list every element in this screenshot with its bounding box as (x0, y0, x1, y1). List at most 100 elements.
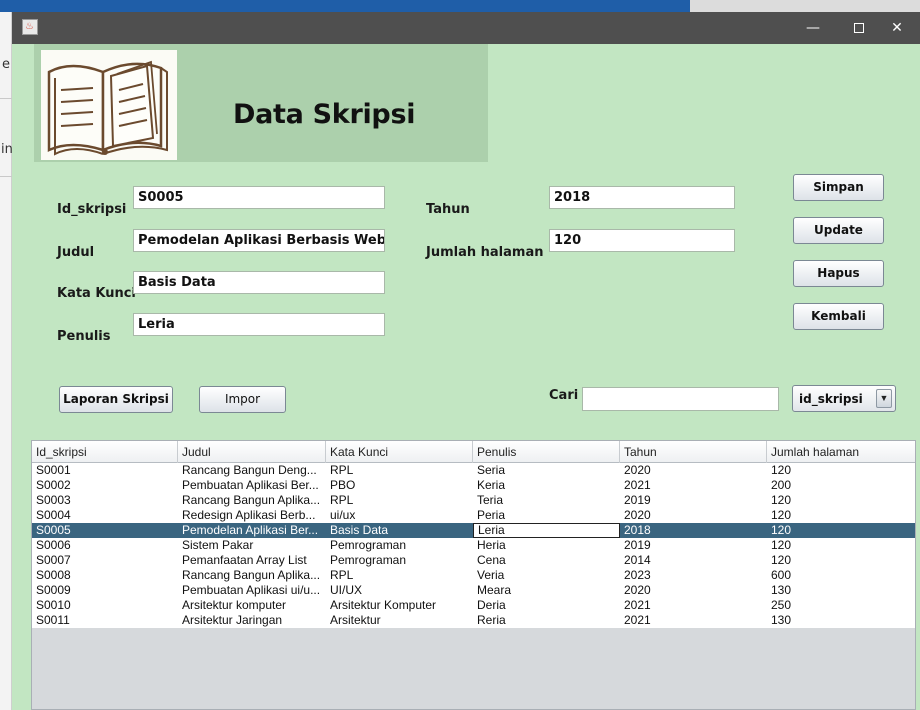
table-cell[interactable]: 200 (767, 478, 915, 493)
table-cell[interactable]: 120 (767, 508, 915, 523)
column-header-judul[interactable]: Judul (178, 441, 326, 463)
table-cell[interactable]: 120 (767, 523, 915, 538)
table-cell[interactable]: 2019 (620, 493, 767, 508)
table-cell[interactable]: 120 (767, 463, 915, 478)
table-cell[interactable]: Seria (473, 463, 620, 478)
table-cell[interactable]: 130 (767, 583, 915, 598)
table-row[interactable]: S0009 Pembuatan Aplikasi ui/u... UI/UX Mear… (32, 583, 915, 598)
table-cell[interactable]: 2021 (620, 613, 767, 628)
table-cell[interactable]: Pembuatan Aplikasi Ber... (178, 478, 326, 493)
kata-kunci-field[interactable]: Basis Data (133, 271, 385, 294)
tahun-field[interactable]: 2018 (549, 186, 735, 209)
title-bar[interactable]: ♨ — ✕ (12, 12, 920, 44)
table-cell[interactable]: S0001 (32, 463, 178, 478)
chevron-down-icon[interactable]: ▼ (876, 389, 892, 408)
judul-field[interactable]: Pemodelan Aplikasi Berbasis Web (133, 229, 385, 252)
table-cell[interactable]: 2020 (620, 583, 767, 598)
impor-button[interactable]: Impor (199, 386, 286, 413)
table-row[interactable]: S0010 Arsitektur komputer Arsitektur Kompu… (32, 598, 915, 613)
table-row[interactable]: S0005 Pemodelan Aplikasi Ber... Basis Data… (32, 523, 915, 538)
skripsi-table[interactable]: Id_skripsi Judul Kata Kunci Penulis Tahu… (31, 440, 916, 710)
close-button[interactable]: ✕ (874, 12, 920, 44)
table-cell[interactable]: Reria (473, 613, 620, 628)
table-cell[interactable]: Rancang Bangun Deng... (178, 463, 326, 478)
column-header-jumlah[interactable]: Jumlah halaman (767, 441, 915, 463)
table-cell[interactable]: Pembuatan Aplikasi ui/u... (178, 583, 326, 598)
table-cell[interactable]: 130 (767, 613, 915, 628)
table-cell[interactable]: ui/ux (326, 508, 473, 523)
table-cell[interactable]: 2021 (620, 478, 767, 493)
table-cell[interactable]: 2014 (620, 553, 767, 568)
table-cell[interactable]: 120 (767, 538, 915, 553)
table-cell[interactable]: 120 (767, 493, 915, 508)
laporan-skripsi-button[interactable]: Laporan Skripsi (59, 386, 173, 413)
table-cell[interactable]: Redesign Aplikasi Berb... (178, 508, 326, 523)
table-cell[interactable]: Teria (473, 493, 620, 508)
table-cell[interactable]: 250 (767, 598, 915, 613)
table-row[interactable]: S0006 Sistem Pakar Pemrograman Heria 2019 120 (32, 538, 915, 553)
table-cell[interactable]: RPL (326, 493, 473, 508)
table-cell[interactable]: Pemodelan Aplikasi Ber... (178, 523, 326, 538)
table-cell[interactable]: 2018 (620, 523, 767, 538)
table-cell[interactable]: 2020 (620, 508, 767, 523)
table-cell[interactable]: S0011 (32, 613, 178, 628)
table-cell[interactable]: 2023 (620, 568, 767, 583)
table-cell[interactable]: S0008 (32, 568, 178, 583)
table-cell[interactable]: Arsitektur (326, 613, 473, 628)
table-cell[interactable]: Veria (473, 568, 620, 583)
table-cell[interactable]: Sistem Pakar (178, 538, 326, 553)
table-row[interactable]: S0007 Pemanfaatan Array List Pemrograman Ce… (32, 553, 915, 568)
jumlah-halaman-field[interactable]: 120 (549, 229, 735, 252)
table-cell[interactable]: S0007 (32, 553, 178, 568)
table-cell[interactable]: Leria (473, 523, 620, 538)
table-cell[interactable]: Cena (473, 553, 620, 568)
table-cell[interactable]: Heria (473, 538, 620, 553)
table-cell[interactable]: S0003 (32, 493, 178, 508)
search-input[interactable] (582, 387, 779, 411)
table-cell[interactable]: Rancang Bangun Aplika... (178, 568, 326, 583)
table-cell[interactable]: S0002 (32, 478, 178, 493)
table-cell[interactable]: RPL (326, 568, 473, 583)
table-cell[interactable]: Deria (473, 598, 620, 613)
kembali-button[interactable]: Kembali (793, 303, 884, 330)
column-header-penulis[interactable]: Penulis (473, 441, 620, 463)
column-header-tahun[interactable]: Tahun (620, 441, 767, 463)
id-skripsi-field[interactable]: S0005 (133, 186, 385, 209)
simpan-button[interactable]: Simpan (793, 174, 884, 201)
table-cell[interactable]: 120 (767, 553, 915, 568)
minimize-button[interactable]: — (790, 12, 836, 44)
table-cell[interactable]: UI/UX (326, 583, 473, 598)
update-button[interactable]: Update (793, 217, 884, 244)
table-cell[interactable]: 600 (767, 568, 915, 583)
table-cell[interactable]: Arsitektur komputer (178, 598, 326, 613)
hapus-button[interactable]: Hapus (793, 260, 884, 287)
table-cell[interactable]: S0006 (32, 538, 178, 553)
table-cell[interactable]: Meara (473, 583, 620, 598)
table-cell[interactable]: Arsitektur Komputer (326, 598, 473, 613)
table-cell[interactable]: Peria (473, 508, 620, 523)
table-row[interactable]: S0002 Pembuatan Aplikasi Ber... PBO Keria 20… (32, 478, 915, 493)
table-cell[interactable]: Pemrograman (326, 538, 473, 553)
table-cell[interactable]: Pemrograman (326, 553, 473, 568)
table-cell[interactable]: Basis Data (326, 523, 473, 538)
table-cell[interactable]: S0010 (32, 598, 178, 613)
table-cell[interactable]: S0005 (32, 523, 178, 538)
table-row[interactable]: S0001 Rancang Bangun Deng... RPL Seria 2020 1… (32, 463, 915, 478)
table-cell[interactable]: PBO (326, 478, 473, 493)
column-header-kata-kunci[interactable]: Kata Kunci (326, 441, 473, 463)
table-cell[interactable]: Arsitektur Jaringan (178, 613, 326, 628)
column-header-id[interactable]: Id_skripsi (32, 441, 178, 463)
search-column-select[interactable]: id_skripsi ▼ (792, 385, 896, 412)
table-cell[interactable]: S0009 (32, 583, 178, 598)
table-cell[interactable]: Keria (473, 478, 620, 493)
table-row[interactable]: S0003 Rancang Bangun Aplika... RPL Teria 201… (32, 493, 915, 508)
table-cell[interactable]: RPL (326, 463, 473, 478)
table-cell[interactable]: Pemanfaatan Array List (178, 553, 326, 568)
table-row[interactable]: S0004 Redesign Aplikasi Berb... ui/ux Peria… (32, 508, 915, 523)
table-row[interactable]: S0011 Arsitektur Jaringan Arsitektur Reria 2… (32, 613, 915, 628)
table-cell[interactable]: 2021 (620, 598, 767, 613)
table-row[interactable]: S0008 Rancang Bangun Aplika... RPL Veria 202… (32, 568, 915, 583)
table-cell[interactable]: 2020 (620, 463, 767, 478)
table-cell[interactable]: S0004 (32, 508, 178, 523)
java-app-icon[interactable]: ♨ (22, 19, 38, 35)
